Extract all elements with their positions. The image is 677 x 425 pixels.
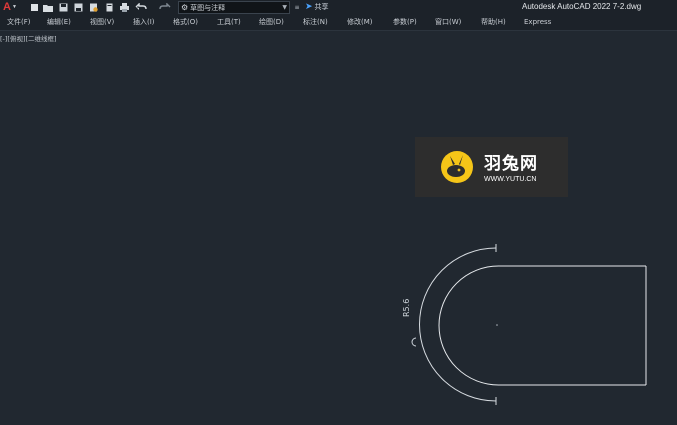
- dimension-arc-symbol: [411, 337, 417, 347]
- drawing-canvas[interactable]: [0, 0, 677, 425]
- dimension-text: R5.6: [402, 298, 411, 317]
- dimension-arc[interactable]: [419, 247, 497, 402]
- inner-arc[interactable]: [438, 265, 499, 386]
- watermark-url: WWW.YUTU.CN: [484, 176, 537, 183]
- autocad-window: A ▼ ⚙ 草图与注释 ▼ ≡ ➤ 共享 Autodesk AutoCAD 20…: [0, 0, 677, 425]
- center-point: [496, 324, 498, 326]
- watermark-name: 羽兔网: [484, 154, 538, 174]
- rabbit-logo-icon: [441, 151, 473, 183]
